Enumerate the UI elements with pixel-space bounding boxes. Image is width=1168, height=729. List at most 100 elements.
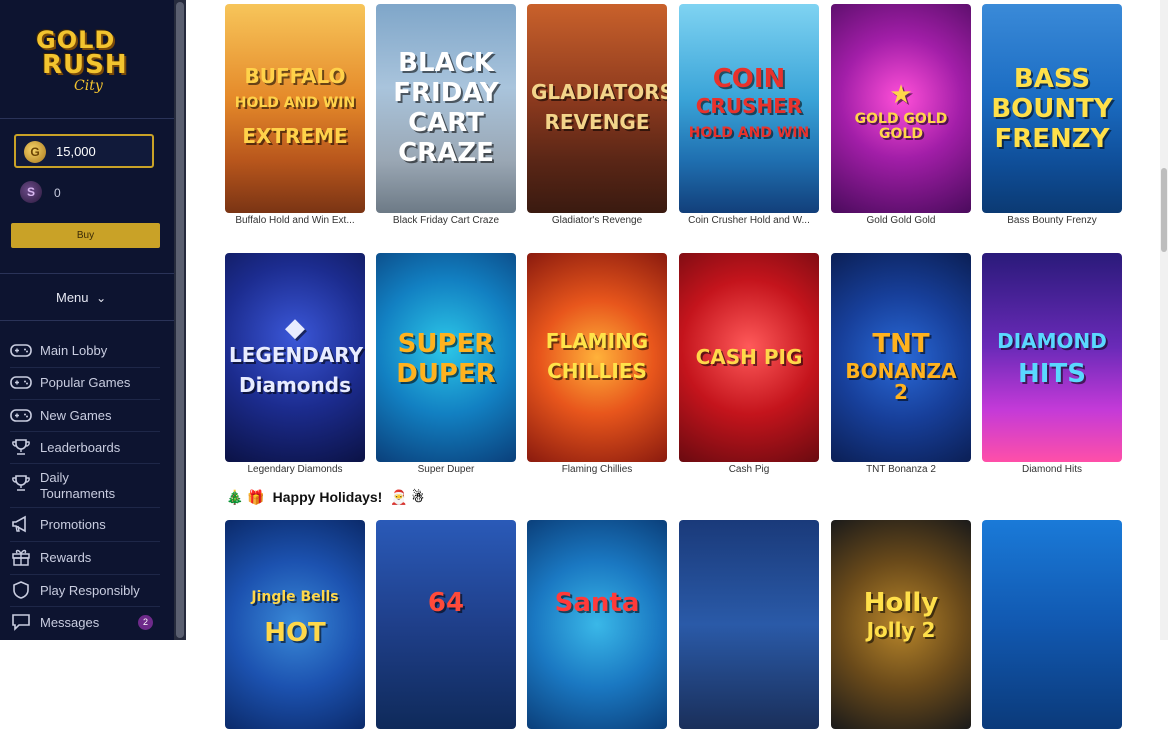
game-tile-art-text: GLADIATORS [531, 80, 667, 104]
nav-item-label: Messages [40, 615, 100, 630]
chevron-down-icon: ⌄ [96, 291, 107, 305]
game-tile[interactable]: TNT BONANZA 2 [831, 253, 971, 462]
nav-item-promotions[interactable]: Promotions [10, 509, 160, 541]
divider [10, 463, 160, 464]
gold-coin-balance: G 15,000 [14, 134, 154, 168]
menu-toggle-label: Menu [56, 290, 89, 305]
game-tile-art-text: LEGENDARY [229, 343, 364, 367]
game-tile[interactable]: COIN CRUSHER HOLD AND WIN [679, 4, 819, 213]
game-tile[interactable]: BASS BOUNTY FRENZY [982, 4, 1122, 213]
game-tile-art-text: CASH PIG [695, 345, 803, 369]
game-tile-art-text: 64 [427, 588, 465, 618]
game-tile[interactable]: Jingle Bells HOT [225, 520, 365, 729]
nav-item-leaderboards[interactable]: Leaderboards [10, 432, 160, 464]
game-title[interactable]: Coin Crusher Hold and W... [679, 215, 819, 226]
game-tile-art-text: HOLD AND WIN [688, 125, 810, 141]
nav-item-popular-games[interactable]: Popular Games [10, 367, 160, 399]
sidebar-scrollbar[interactable] [174, 0, 186, 640]
divider [0, 118, 174, 119]
game-tile[interactable]: CASH PIG [679, 253, 819, 462]
nav-item-label-block: Daily Tournaments [40, 470, 115, 502]
divider [10, 507, 160, 508]
gold-coin-balance-value: 15,000 [56, 144, 96, 159]
game-tile-art-text: Jolly 2 [866, 618, 936, 642]
game-tile-art-text: CART [408, 108, 484, 138]
section-title: Happy Holidays! [272, 489, 383, 505]
game-title[interactable]: Cash Pig [679, 464, 819, 475]
sidebar: GOLD RUSH City G 15,000 S 0 Buy Menu ⌄ M… [0, 0, 174, 640]
page-scrollbar[interactable] [1160, 0, 1168, 640]
game-tile-art-text: DIAMOND [997, 329, 1107, 353]
game-tile-art-text: BASS [1013, 64, 1091, 94]
nav-item-label: Popular Games [40, 375, 131, 390]
game-tile-art-text: BLACK [398, 48, 494, 78]
game-title[interactable]: Gladiator's Revenge [527, 215, 667, 226]
game-tile-art-text: SUPER [397, 329, 495, 359]
game-title[interactable]: Bass Bounty Frenzy [982, 215, 1122, 226]
game-title[interactable]: Super Duper [376, 464, 516, 475]
game-tile[interactable] [679, 520, 819, 729]
game-tile-art-text: FRENZY [994, 124, 1110, 154]
game-tile[interactable]: ★ GOLD GOLD GOLD [831, 4, 971, 213]
game-tile[interactable]: BLACK FRIDAY CART CRAZE [376, 4, 516, 213]
santa-snowman-emoji: 🎅 ☃ [390, 489, 425, 505]
gold-rush-city-logo[interactable]: GOLD RUSH City [28, 18, 140, 100]
menu-toggle[interactable]: Menu ⌄ [56, 290, 106, 305]
gold-coin-icon: G [24, 141, 46, 163]
game-tile-art-text: BOUNTY [991, 94, 1113, 124]
game-tile-art-text: BONANZA 2 [845, 359, 957, 404]
trophy-icon [12, 439, 30, 455]
nav-item-label: New Games [40, 408, 112, 423]
game-tile-art-text: TNT [872, 329, 930, 359]
game-tile[interactable]: Holly Jolly 2 [831, 520, 971, 729]
game-tile-art-text: HOT [264, 618, 326, 648]
nav-item-label: Main Lobby [40, 343, 108, 358]
nav-item-main-lobby[interactable]: Main Lobby [10, 335, 160, 367]
gift-icon [12, 549, 30, 566]
game-title[interactable]: Black Friday Cart Craze [376, 215, 516, 226]
nav-item-rewards[interactable]: Rewards [10, 542, 160, 574]
game-tile-art-text: CRAZE [398, 138, 494, 168]
game-title[interactable]: Flaming Chillies [527, 464, 667, 475]
shield-icon [13, 581, 29, 599]
game-tile-art-text: EXTREME [242, 124, 348, 148]
game-tile[interactable]: DIAMOND HITS [982, 253, 1122, 462]
game-tile-art-text: CHILLIES [547, 359, 647, 383]
game-tile-art-text: Jingle Bells [251, 589, 339, 605]
sweeps-coin-balance-value: 0 [54, 186, 61, 200]
game-tile-art-text: ◆ [285, 313, 305, 343]
game-title[interactable]: TNT Bonanza 2 [831, 464, 971, 475]
game-title[interactable]: Gold Gold Gold [831, 215, 971, 226]
section-title-happy-holidays: 🎄 🎁 Happy Holidays! 🎅 ☃ [226, 489, 424, 506]
nav-item-label: Daily [40, 470, 69, 485]
game-tile[interactable]: Santa [527, 520, 667, 729]
nav-item-label-line2: Tournaments [40, 486, 116, 501]
game-tile-art-text: COIN [712, 64, 786, 94]
game-title[interactable]: Buffalo Hold and Win Ext... [225, 215, 365, 226]
page-scrollbar-thumb[interactable] [1161, 168, 1167, 252]
game-tile-art-text: GOLD GOLD GOLD [854, 111, 948, 142]
nav-item-label: Leaderboards [40, 440, 121, 455]
nav-item-label: Promotions [40, 517, 106, 532]
game-title[interactable]: Diamond Hits [982, 464, 1122, 475]
game-tile[interactable]: GLADIATORS REVENGE [527, 4, 667, 213]
trophy-icon [12, 475, 30, 491]
game-tile-art-text: FLAMING [545, 329, 649, 353]
game-tile[interactable]: FLAMING CHILLIES [527, 253, 667, 462]
nav-item-daily-tournaments[interactable]: Daily Tournaments [10, 470, 160, 502]
divider [0, 320, 174, 321]
buy-button[interactable]: Buy [11, 223, 160, 248]
nav-item-play-responsibly[interactable]: Play Responsibly [10, 575, 160, 607]
game-tile-art-text: REVENGE [544, 110, 650, 134]
game-tile-art-text: CRUSHER [695, 94, 803, 118]
game-tile[interactable]: ◆ LEGENDARY Diamonds [225, 253, 365, 462]
game-tile[interactable]: 64 [376, 520, 516, 729]
game-title[interactable]: Legendary Diamonds [225, 464, 365, 475]
gamepad-icon [10, 344, 32, 357]
game-tile[interactable]: BUFFALO HOLD AND WIN EXTREME [225, 4, 365, 213]
game-tile[interactable] [982, 520, 1122, 729]
nav-item-new-games[interactable]: New Games [10, 400, 160, 432]
sidebar-scrollbar-thumb[interactable] [176, 2, 184, 638]
nav-item-label: Play Responsibly [40, 583, 140, 598]
game-tile[interactable]: SUPER DUPER [376, 253, 516, 462]
